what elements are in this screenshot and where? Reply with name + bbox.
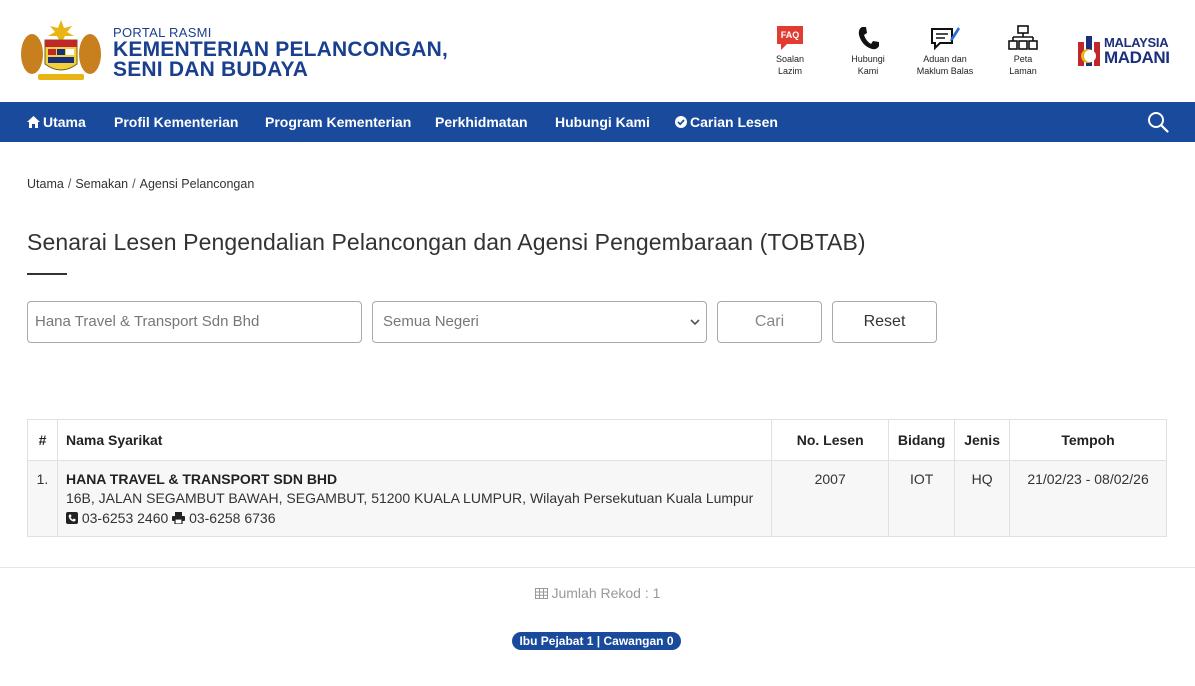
- fax-icon: [172, 512, 186, 525]
- nav-carian-label: Carian Lesen: [690, 114, 778, 130]
- license-table: # Nama Syarikat No. Lesen Bidang Jenis T…: [27, 419, 1167, 537]
- quicklink-aduan-label-2: Maklum Balas: [916, 66, 974, 76]
- company-name[interactable]: HANA TRAVEL & TRANSPORT SDN BHD: [66, 471, 763, 488]
- svg-text:FAQ: FAQ: [781, 30, 800, 40]
- nav-carian-lesen[interactable]: Carian Lesen: [675, 102, 778, 142]
- company-contacts: 03-6253 2460 03-6258 6736: [65, 508, 763, 528]
- quicklink-aduan-label-1: Aduan dan: [923, 54, 967, 64]
- page-title: Senarai Lesen Pengendalian Pelancongan d…: [27, 229, 866, 255]
- quicklink-peta-label-2: Laman: [1009, 66, 1037, 76]
- madani-mark-icon: [1078, 36, 1100, 66]
- madani-text-2: MADANI: [1104, 48, 1170, 67]
- table-icon: [534, 588, 548, 599]
- quicklink-hubungi-label-1: Hubungi: [851, 54, 885, 64]
- feedback-icon: [931, 27, 960, 51]
- col-header-tempoh: Tempoh: [1009, 419, 1167, 461]
- record-count: Jumlah Rekod : 1: [0, 585, 1195, 601]
- nav-perkhidmatan-label: Perkhidmatan: [435, 114, 528, 130]
- quicklink-hubungi[interactable]: Hubungi Kami: [838, 24, 898, 76]
- home-icon: [27, 116, 40, 129]
- quicklink-peta[interactable]: Peta Laman: [993, 24, 1053, 76]
- company-name-input[interactable]: Hana Travel & Transport Sdn Bhd: [27, 301, 362, 343]
- company-fax: 03-6258 6736: [189, 510, 276, 526]
- nav-profil-label: Profil Kementerian: [114, 114, 239, 130]
- company-address: 16B, JALAN SEGAMBUT BAWAH, SEGAMBUT, 512…: [65, 490, 754, 506]
- title-underline: [27, 273, 67, 275]
- breadcrumb-semakan[interactable]: Semakan: [75, 177, 128, 191]
- faq-icon: FAQ: [777, 26, 803, 50]
- cell-company: HANA TRAVEL & TRANSPORT SDN BHD 16B, JAL…: [56, 460, 773, 537]
- office-count-badge: Ibu Pejabat 1 | Cawangan 0: [512, 632, 681, 650]
- site-header: PORTAL RASMI KEMENTERIAN PELANCONGAN, SE…: [0, 0, 1195, 102]
- cell-bidang: IOT: [888, 460, 956, 537]
- state-select[interactable]: Semua Negeri: [372, 301, 707, 343]
- col-header-bidang: Bidang: [888, 419, 956, 461]
- breadcrumb-utama[interactable]: Utama: [27, 177, 64, 191]
- chevron-down-icon: [690, 319, 700, 326]
- nav-utama[interactable]: Utama: [27, 102, 86, 142]
- cari-button[interactable]: Cari: [717, 301, 822, 343]
- reset-button[interactable]: Reset: [832, 301, 937, 343]
- breadcrumb-current: Agensi Pelancongan: [139, 177, 255, 191]
- quicklink-faq-label-2: Lazim: [777, 66, 802, 76]
- search-icon[interactable]: [1147, 111, 1169, 133]
- ministry-name-line1: KEMENTERIAN PELANCONGAN,: [113, 38, 448, 61]
- nav-program-label: Program Kementerian: [265, 114, 412, 130]
- table-header-row: # Nama Syarikat No. Lesen Bidang Jenis T…: [27, 419, 1167, 461]
- quicklink-aduan[interactable]: Aduan dan Maklum Balas: [915, 24, 975, 76]
- col-header-number: #: [27, 419, 58, 461]
- breadcrumb-separator: /: [67, 177, 72, 191]
- col-header-company: Nama Syarikat: [56, 419, 773, 461]
- nav-program-kementerian[interactable]: Program Kementerian: [265, 102, 411, 142]
- table-row: 1. HANA TRAVEL & TRANSPORT SDN BHD 16B, …: [27, 460, 1167, 537]
- phone-icon: [858, 27, 879, 50]
- cell-number: 1.: [27, 460, 58, 537]
- malaysia-madani-logo[interactable]: MALAYSIA MADANI: [1076, 32, 1180, 72]
- breadcrumb-separator: /: [132, 177, 136, 191]
- cell-tempoh: 21/02/23 - 08/02/26: [1009, 460, 1167, 537]
- quicklink-faq[interactable]: FAQ Soalan Lazim: [760, 24, 820, 76]
- quicklink-faq-label-1: Soalan: [775, 54, 805, 64]
- cell-license: 2007: [771, 460, 890, 537]
- main-nav: Utama Profil Kementerian Program Kemente…: [0, 102, 1195, 142]
- nav-utama-label: Utama: [43, 114, 86, 130]
- check-circle-icon: [675, 116, 687, 129]
- ministry-name-line2: SENI DAN BUDAYA: [113, 58, 309, 81]
- state-select-value: Semua Negeri: [383, 313, 479, 330]
- breadcrumb: Utama / Semakan / Agensi Pelancongan: [27, 177, 254, 191]
- nav-profil-kementerian[interactable]: Profil Kementerian: [114, 102, 238, 142]
- col-header-license: No. Lesen: [771, 419, 890, 461]
- record-count-text: Jumlah Rekod : 1: [551, 585, 661, 601]
- nav-perkhidmatan[interactable]: Perkhidmatan: [435, 102, 528, 142]
- nav-hubungi-kami[interactable]: Hubungi Kami: [555, 102, 650, 142]
- phone-square-icon: [65, 512, 78, 524]
- cell-jenis: HQ: [954, 460, 1011, 537]
- sitemap-icon: [1008, 25, 1038, 50]
- coat-of-arms-logo[interactable]: [18, 18, 104, 84]
- company-phone: 03-6253 2460: [81, 510, 169, 526]
- section-divider: [0, 567, 1195, 568]
- quicklink-peta-label-1: Peta: [1013, 54, 1033, 64]
- ministry-brand[interactable]: PORTAL RASMI KEMENTERIAN PELANCONGAN, SE…: [113, 26, 448, 81]
- quicklink-hubungi-label-2: Kami: [857, 66, 879, 76]
- nav-hubungi-label: Hubungi Kami: [555, 114, 650, 130]
- col-header-jenis: Jenis: [954, 419, 1011, 461]
